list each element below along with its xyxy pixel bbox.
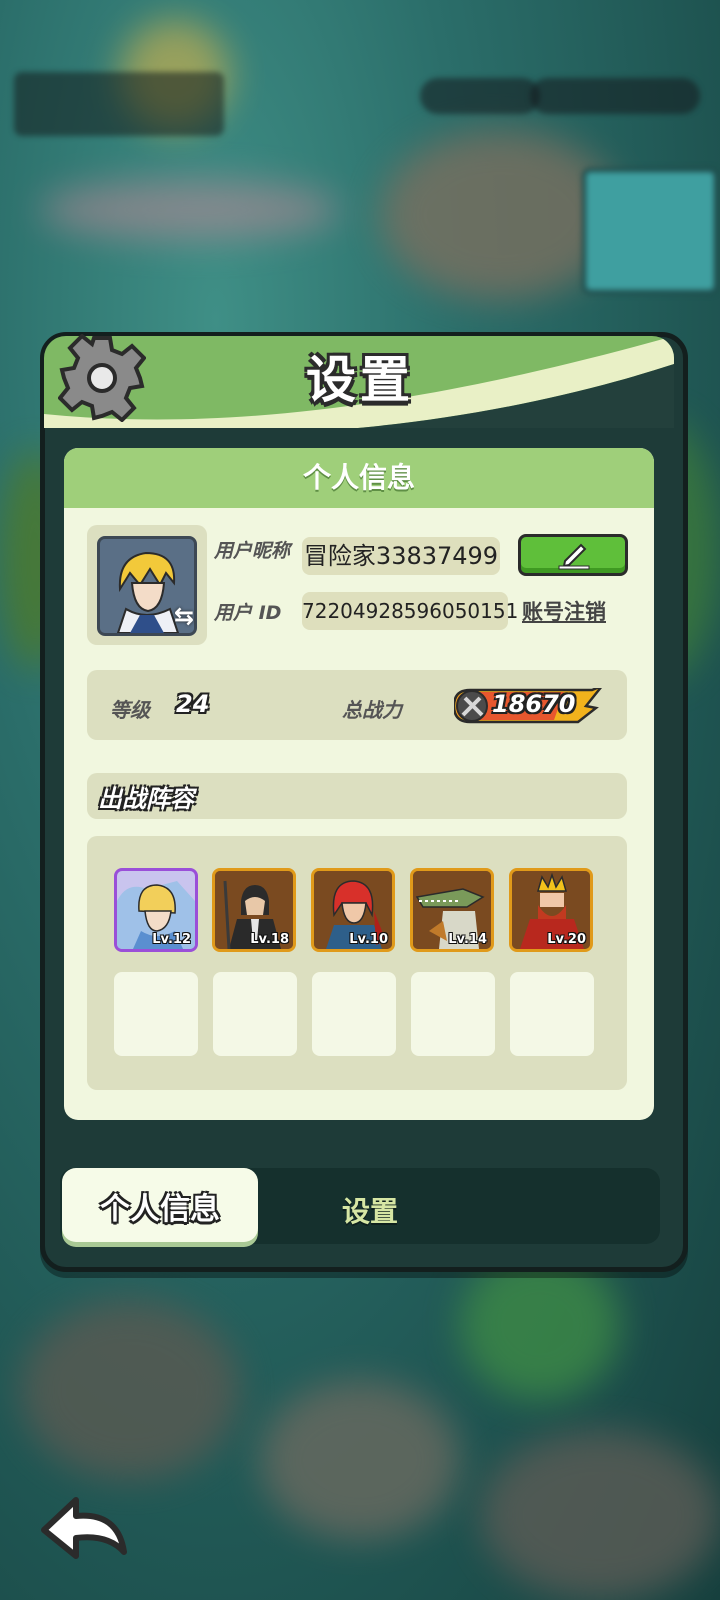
empty-hero-slot[interactable] [213,972,297,1056]
minimap [582,168,718,294]
pencil-icon [558,543,590,570]
nickname-value: 冒险家33837499 [302,537,500,575]
hero-level: Lv.20 [547,932,586,947]
swap-arrows-icon[interactable]: ⇆ [170,602,198,630]
empty-hero-slot[interactable] [312,972,396,1056]
profile-section-title: 个人信息 [302,461,415,494]
hero-level: Lv.10 [349,932,388,947]
back-arrow-icon[interactable] [38,1494,130,1562]
hero-slot-4[interactable]: Lv.14 [410,868,494,952]
hero-slot-5[interactable]: Lv.20 [509,868,593,952]
user-id-value: 72204928596050151 [302,592,518,630]
player-hud-bar [14,72,224,136]
lineup-title: 出战阵容 [98,785,194,813]
edit-nickname-button[interactable] [518,534,628,576]
hero-slot-2[interactable]: Lv.18 [212,868,296,952]
delete-account-link[interactable]: 账号注销 [522,596,606,626]
hero-slot-1[interactable]: Lv.12 [114,868,198,952]
hero-level: Lv.18 [250,932,289,947]
hero-slot-3[interactable]: Lv.10 [311,868,395,952]
resource-gold [530,78,700,114]
empty-hero-slot[interactable] [114,972,198,1056]
tab-profile-label: 个人信息 [100,1192,220,1227]
hero-level: Lv.14 [448,932,487,947]
empty-hero-slot[interactable] [411,972,495,1056]
resource-gems [420,78,540,114]
power-value: 18670 [492,690,576,718]
power-label: 总战力 [342,698,402,722]
hero-level: Lv.12 [152,932,191,947]
level-label: 等级 [110,698,150,722]
level-value: 24 [176,690,210,718]
empty-hero-slot[interactable] [510,972,594,1056]
tab-settings[interactable]: 设置 [300,1190,440,1230]
nickname-label: 用户昵称 [214,540,291,562]
user-id-label: 用户 ID [214,602,282,624]
panel-title: 设置 [306,351,414,409]
